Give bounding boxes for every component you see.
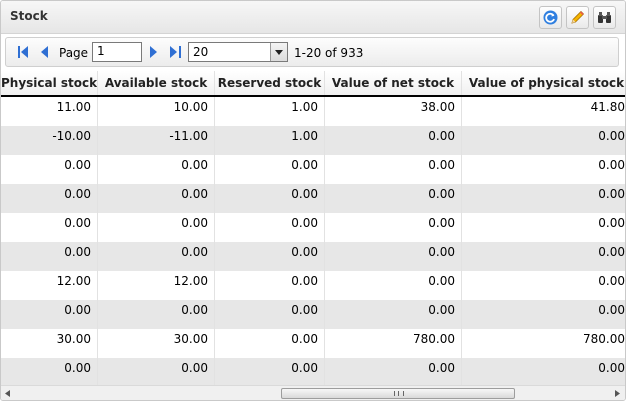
panel-title: Stock: [10, 9, 48, 23]
cell-reserved-stock: 0.00: [215, 155, 325, 184]
page-size-select[interactable]: 20: [188, 42, 288, 62]
cell-value-physical-stock: 0.00: [462, 213, 625, 242]
cell-available-stock: 0.00: [98, 358, 215, 387]
next-page-icon[interactable]: [150, 46, 158, 58]
cell-value-net-stock: 0.00: [325, 242, 462, 271]
cell-physical-stock: 0.00: [1, 358, 98, 387]
page-size-value: 20: [193, 45, 209, 59]
scroll-right-icon[interactable]: [615, 390, 620, 397]
cell-reserved-stock: 0.00: [215, 184, 325, 213]
cell-value-physical-stock: 0.00: [462, 271, 625, 300]
cell-available-stock: 0.00: [98, 300, 215, 329]
horizontal-scrollbar[interactable]: [1, 385, 625, 400]
scroll-left-icon[interactable]: [5, 390, 10, 397]
cell-reserved-stock: 0.00: [215, 329, 325, 358]
table-row[interactable]: 0.00 0.00 0.00 0.00 0.00: [1, 184, 625, 213]
record-range: 1-20 of 933: [294, 46, 364, 60]
cell-value-net-stock: 0.00: [325, 358, 462, 387]
cell-value-net-stock: 0.00: [325, 271, 462, 300]
previous-page-icon[interactable]: [40, 46, 48, 58]
cell-value-physical-stock: 41.80: [462, 97, 625, 126]
cell-value-physical-stock: 0.00: [462, 184, 625, 213]
cell-reserved-stock: 1.00: [215, 126, 325, 155]
search-button[interactable]: [593, 6, 616, 29]
cell-available-stock: 0.00: [98, 242, 215, 271]
table-row[interactable]: -10.00 -11.00 1.00 0.00 0.00: [1, 126, 625, 155]
cell-value-physical-stock: 0.00: [462, 126, 625, 155]
table-row[interactable]: 0.00 0.00 0.00 0.00 0.00: [1, 358, 625, 387]
pagination-toolbar: Page 1 20 1-20 of 933: [5, 37, 619, 67]
last-page-icon[interactable]: [170, 46, 181, 58]
cell-value-net-stock: 0.00: [325, 184, 462, 213]
cell-available-stock: 10.00: [98, 97, 215, 126]
cell-available-stock: 0.00: [98, 184, 215, 213]
panel-header: Stock: [1, 1, 625, 34]
cell-value-physical-stock: 0.00: [462, 300, 625, 329]
chevron-down-icon[interactable]: [270, 43, 287, 61]
scrollbar-thumb[interactable]: [281, 388, 515, 399]
table-row[interactable]: 0.00 0.00 0.00 0.00 0.00: [1, 300, 625, 329]
cell-available-stock: 12.00: [98, 271, 215, 300]
table-row[interactable]: 0.00 0.00 0.00 0.00 0.00: [1, 213, 625, 242]
column-header-value-physical-stock[interactable]: Value of physical stock: [462, 71, 625, 95]
page-label: Page: [59, 46, 89, 60]
cell-value-net-stock: 0.00: [325, 300, 462, 329]
cell-physical-stock: 0.00: [1, 242, 98, 271]
cell-physical-stock: 0.00: [1, 184, 98, 213]
cell-reserved-stock: 0.00: [215, 271, 325, 300]
cell-reserved-stock: 0.00: [215, 242, 325, 271]
cell-available-stock: 0.00: [98, 213, 215, 242]
cell-available-stock: 30.00: [98, 329, 215, 358]
table-row[interactable]: 0.00 0.00 0.00 0.00 0.00: [1, 155, 625, 184]
cell-value-net-stock: 0.00: [325, 155, 462, 184]
column-header-reserved-stock[interactable]: Reserved stock: [215, 71, 325, 95]
cell-value-physical-stock: 0.00: [462, 242, 625, 271]
grid-body: 11.00 10.00 1.00 38.00 41.80 -10.00 -11.…: [1, 97, 625, 387]
refresh-icon: [543, 10, 558, 25]
cell-value-physical-stock: 0.00: [462, 155, 625, 184]
cell-value-net-stock: 0.00: [325, 213, 462, 242]
binoculars-icon: [598, 12, 611, 23]
cell-physical-stock: 11.00: [1, 97, 98, 126]
pencil-icon: [571, 10, 585, 24]
cell-reserved-stock: 0.00: [215, 300, 325, 329]
cell-reserved-stock: 1.00: [215, 97, 325, 126]
cell-physical-stock: 0.00: [1, 213, 98, 242]
refresh-button[interactable]: [539, 6, 562, 29]
grid-header: Physical stock Available stock Reserved …: [1, 71, 625, 97]
first-page-icon[interactable]: [18, 46, 29, 58]
table-row[interactable]: 11.00 10.00 1.00 38.00 41.80: [1, 97, 625, 126]
cell-physical-stock: 0.00: [1, 300, 98, 329]
cell-physical-stock: 0.00: [1, 155, 98, 184]
edit-button[interactable]: [566, 6, 589, 29]
cell-physical-stock: -10.00: [1, 126, 98, 155]
table-row[interactable]: 30.00 30.00 0.00 780.00 780.00: [1, 329, 625, 358]
stock-panel: Stock Page 1 20 1-20 of 933 Physical sto…: [0, 0, 626, 401]
column-header-physical-stock[interactable]: Physical stock: [1, 71, 98, 95]
grip-icon: [394, 391, 404, 396]
cell-physical-stock: 30.00: [1, 329, 98, 358]
page-number-input[interactable]: 1: [92, 42, 142, 62]
cell-reserved-stock: 0.00: [215, 213, 325, 242]
cell-available-stock: -11.00: [98, 126, 215, 155]
cell-available-stock: 0.00: [98, 155, 215, 184]
cell-reserved-stock: 0.00: [215, 358, 325, 387]
cell-value-physical-stock: 780.00: [462, 329, 625, 358]
cell-value-net-stock: 0.00: [325, 126, 462, 155]
table-row[interactable]: 12.00 12.00 0.00 0.00 0.00: [1, 271, 625, 300]
cell-value-physical-stock: 0.00: [462, 358, 625, 387]
table-row[interactable]: 0.00 0.00 0.00 0.00 0.00: [1, 242, 625, 271]
cell-physical-stock: 12.00: [1, 271, 98, 300]
cell-value-net-stock: 38.00: [325, 97, 462, 126]
column-header-available-stock[interactable]: Available stock: [98, 71, 215, 95]
cell-value-net-stock: 780.00: [325, 329, 462, 358]
column-header-value-net-stock[interactable]: Value of net stock: [325, 71, 462, 95]
